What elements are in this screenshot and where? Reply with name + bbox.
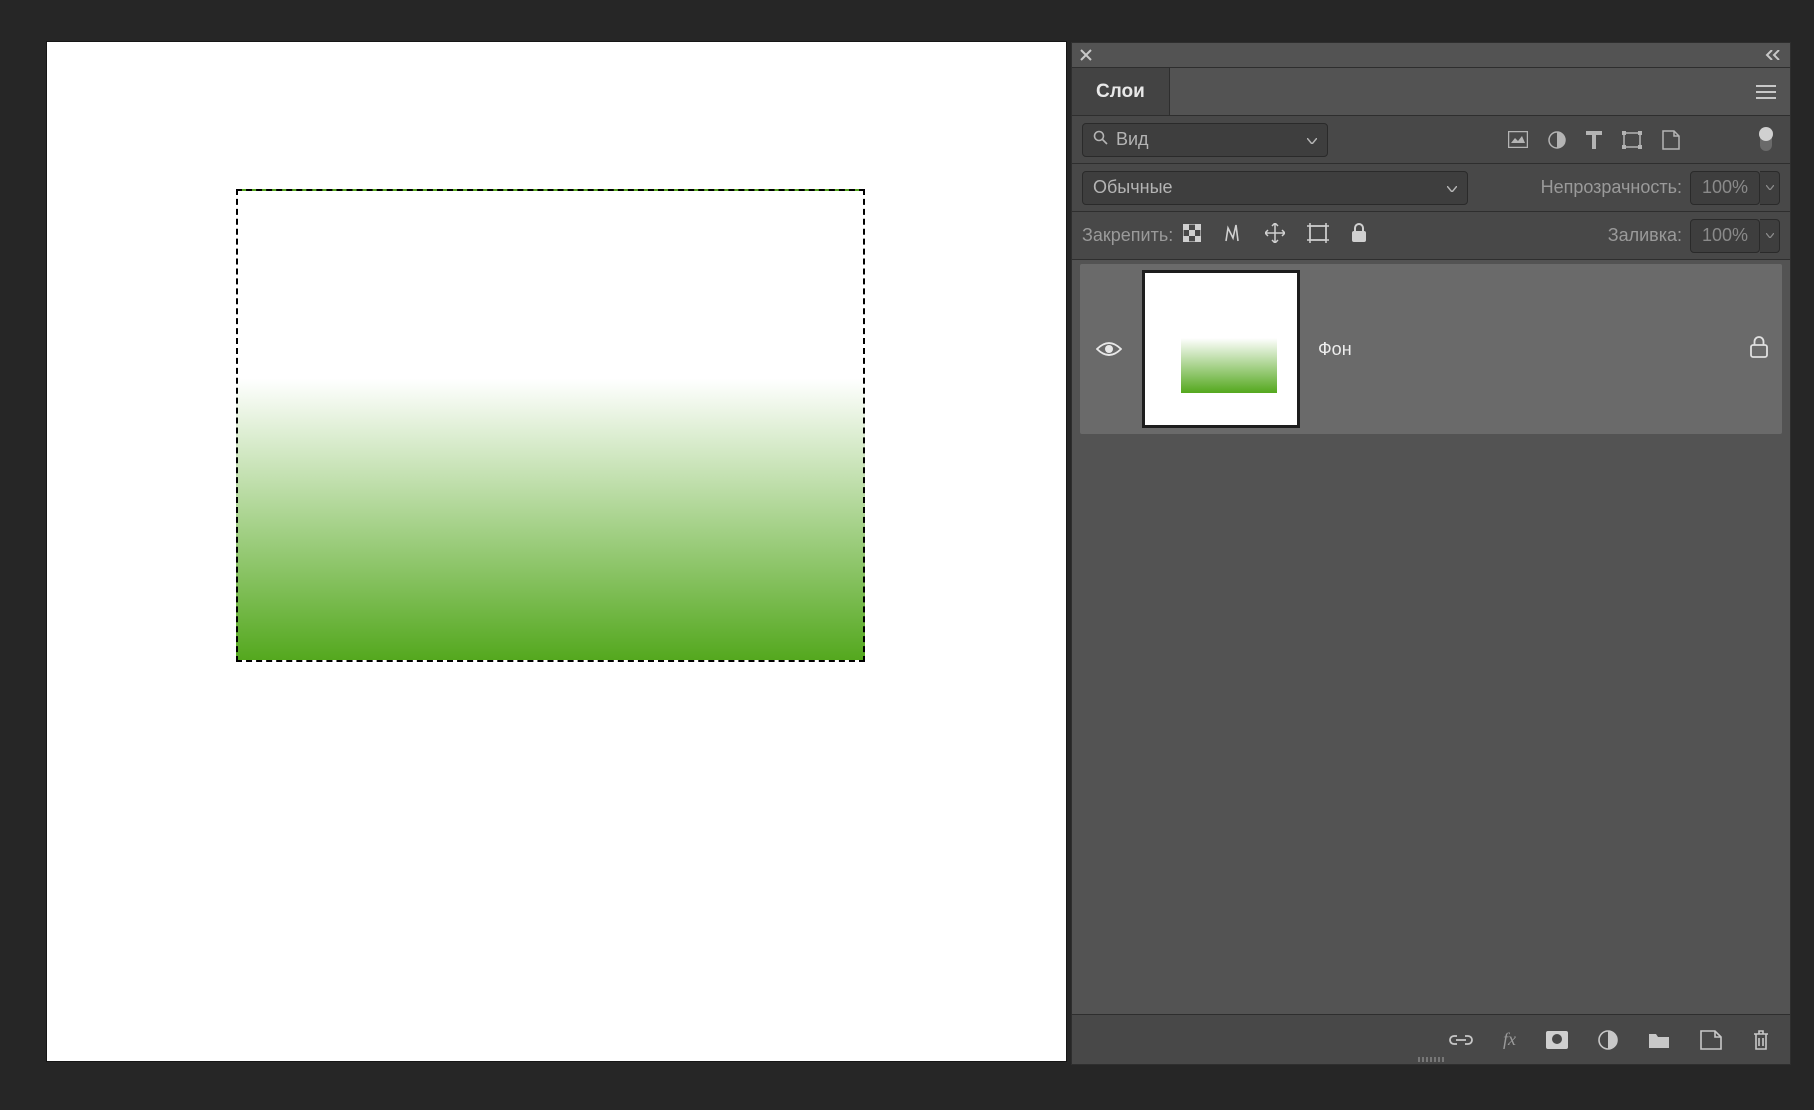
marquee-selection[interactable] [236,189,865,662]
layer-name[interactable]: Фон [1318,339,1732,360]
smartobject-filter-icon[interactable] [1662,130,1680,150]
kind-filter-label: Вид [1116,129,1149,150]
blend-mode-label: Обычные [1093,177,1173,198]
layer-thumbnail-preview [1181,338,1277,393]
link-layers-icon[interactable] [1449,1033,1473,1047]
filter-type-icons [1508,130,1680,150]
panel-menu-button[interactable] [1742,68,1790,115]
lock-artboard-icon[interactable] [1307,223,1329,248]
lock-transparency-icon[interactable] [1183,224,1201,247]
panel-resize-grip[interactable] [1411,1057,1451,1062]
layer-list: Фон [1072,260,1790,1014]
lock-icons-group [1183,223,1367,248]
text-filter-icon[interactable] [1586,131,1602,149]
layers-tab[interactable]: Слои [1072,68,1170,115]
fill-value[interactable]: 100% [1690,219,1760,253]
layer-lock-icon[interactable] [1750,336,1768,363]
chevron-down-icon [1447,181,1457,195]
new-adjustment-icon[interactable] [1598,1030,1618,1050]
chevron-down-icon [1307,133,1317,147]
opacity-dropdown[interactable] [1760,171,1780,205]
visibility-toggle[interactable] [1094,340,1124,358]
blend-mode-select[interactable]: Обычные [1082,171,1468,205]
blend-opacity-row: Обычные Непрозрачность: 100% [1072,164,1790,212]
fill-dropdown[interactable] [1760,219,1780,253]
lock-image-icon[interactable] [1223,223,1243,248]
layers-tab-label: Слои [1096,81,1145,103]
panel-header: Слои [1072,68,1790,116]
filter-row: Вид [1072,116,1790,164]
lock-position-icon[interactable] [1265,223,1285,248]
kind-filter-select[interactable]: Вид [1082,123,1328,157]
opacity-label: Непрозрачность: [1541,177,1682,198]
layer-fx-icon[interactable]: fx [1503,1029,1516,1050]
layers-panel: Слои Вид [1071,42,1791,1065]
add-mask-icon[interactable] [1546,1031,1568,1049]
delete-layer-icon[interactable] [1752,1029,1770,1051]
lock-fill-row: Закрепить: Заливка: [1072,212,1790,260]
layer-thumbnail[interactable] [1142,270,1300,428]
panel-footer: fx [1072,1014,1790,1064]
filter-toggle-switch[interactable] [1760,129,1772,151]
new-layer-icon[interactable] [1700,1030,1722,1050]
close-panel-icon[interactable] [1080,49,1092,61]
shape-filter-icon[interactable] [1622,131,1642,149]
new-group-icon[interactable] [1648,1031,1670,1049]
layer-row[interactable]: Фон [1080,264,1782,434]
opacity-value[interactable]: 100% [1690,171,1760,205]
search-icon [1093,130,1108,149]
fill-label: Заливка: [1608,225,1682,246]
panel-top-strip [1072,43,1790,68]
collapse-panel-icon[interactable] [1764,50,1782,60]
lock-all-icon[interactable] [1351,223,1367,248]
lock-label: Закрепить: [1082,225,1173,246]
document-canvas[interactable] [47,42,1066,1061]
adjustment-filter-icon[interactable] [1548,131,1566,149]
pixel-filter-icon[interactable] [1508,131,1528,148]
